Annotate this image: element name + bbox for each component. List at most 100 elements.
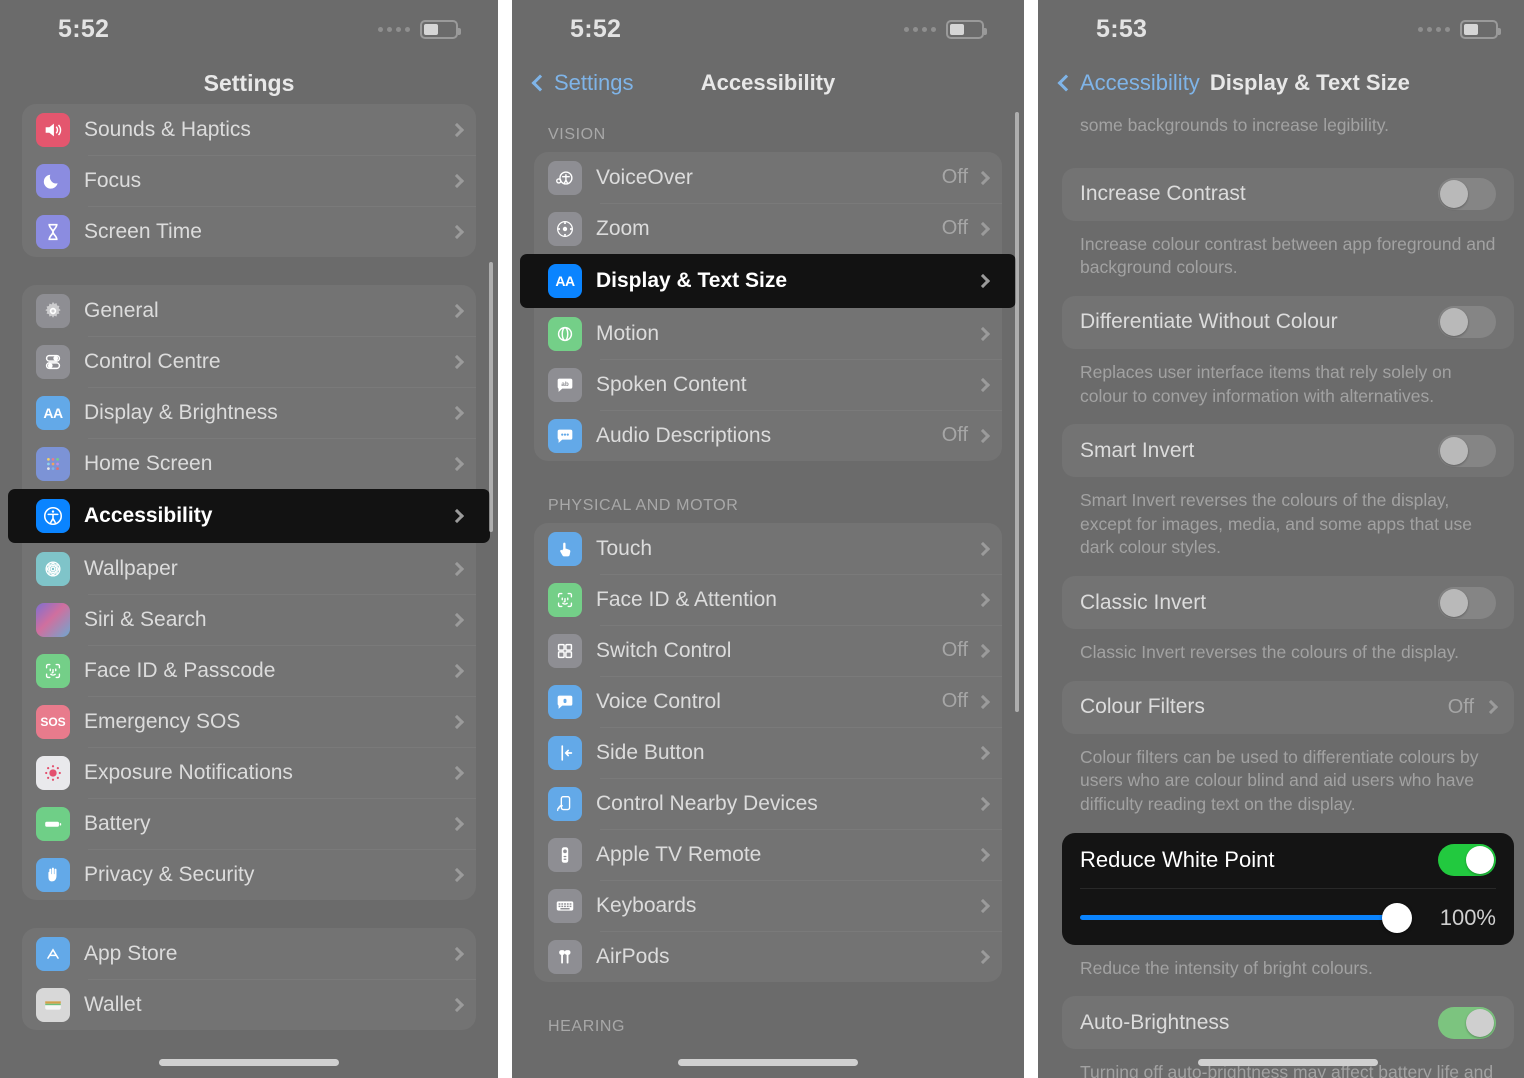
slider-knob[interactable] — [1382, 903, 1412, 933]
white-point-slider[interactable] — [1080, 906, 1406, 930]
flower-icon — [36, 552, 70, 586]
setting-row-colour-filters[interactable]: Colour Filters Off — [1062, 681, 1514, 734]
toggle-classic-invert[interactable] — [1438, 587, 1496, 619]
scrollbar-settings[interactable] — [489, 262, 493, 532]
row-label: Switch Control — [596, 639, 942, 663]
sidebar-item-general[interactable]: General — [22, 285, 476, 336]
section-header-vision: VISION — [534, 108, 1002, 152]
status-right-group — [378, 20, 458, 39]
back-button-label: Accessibility — [1080, 70, 1200, 96]
list-item-apple-tv-remote[interactable]: Apple TV Remote — [534, 829, 1002, 880]
voiceover-icon — [548, 161, 582, 195]
sidebar-item-battery[interactable]: Battery — [22, 798, 476, 849]
page-title: Settings — [0, 70, 498, 97]
row-label: App Store — [84, 942, 452, 966]
setting-label: Auto-Brightness — [1080, 1011, 1229, 1035]
audio-descriptions-icon — [548, 419, 582, 453]
appstore-icon — [36, 937, 70, 971]
sidebar-item-sounds-haptics[interactable]: Sounds & Haptics — [22, 104, 476, 155]
row-label: Display & Brightness — [84, 401, 452, 425]
settings-group-2: General Control Centre AA Display & Brig… — [22, 285, 476, 900]
sidebar-item-app-store[interactable]: App Store — [22, 928, 476, 979]
sidebar-item-focus[interactable]: Focus — [22, 155, 476, 206]
list-item-side-button[interactable]: Side Button — [534, 727, 1002, 778]
sidebar-item-wallet[interactable]: Wallet — [22, 979, 476, 1030]
reduce-white-point-slider-row: 100% — [1080, 889, 1496, 931]
chevron-right-icon — [450, 946, 464, 960]
nav-bar-settings: Settings — [0, 58, 498, 108]
footnote-smart-invert: Smart Invert reverses the colours of the… — [1062, 483, 1514, 576]
toggle-reduce-white-point[interactable] — [1438, 844, 1496, 876]
aa-icon: AA — [36, 396, 70, 430]
row-label: Face ID & Attention — [596, 588, 978, 612]
sidebar-item-face-id-passcode[interactable]: Face ID & Passcode — [22, 645, 476, 696]
sidebar-item-display-brightness[interactable]: AA Display & Brightness — [22, 387, 476, 438]
accessibility-group-physical: Touch Face ID & Attention Switch Control… — [534, 523, 1002, 982]
back-button[interactable]: Settings — [534, 70, 634, 96]
setting-row-smart-invert[interactable]: Smart Invert — [1062, 424, 1514, 477]
row-label: Emergency SOS — [84, 710, 452, 734]
sidebar-item-home-screen[interactable]: Home Screen — [22, 438, 476, 489]
sidebar-item-control-centre[interactable]: Control Centre — [22, 336, 476, 387]
keyboard-icon — [548, 889, 582, 923]
sidebar-item-exposure-notifications[interactable]: Exposure Notifications — [22, 747, 476, 798]
setting-row-auto-brightness[interactable]: Auto-Brightness — [1062, 996, 1514, 1049]
list-item-keyboards[interactable]: Keyboards — [534, 880, 1002, 931]
list-item-audio-descriptions[interactable]: Audio Descriptions Off — [534, 410, 1002, 461]
toggle-differentiate-without-colour[interactable] — [1438, 306, 1496, 338]
chevron-left-icon — [532, 75, 549, 92]
row-label: Display & Text Size — [596, 269, 978, 293]
chevron-right-icon — [450, 405, 464, 419]
setting-row-differentiate-without-colour[interactable]: Differentiate Without Colour — [1062, 296, 1514, 349]
list-item-control-nearby-devices[interactable]: Control Nearby Devices — [534, 778, 1002, 829]
list-item-motion[interactable]: Motion — [534, 308, 1002, 359]
sidebar-item-emergency-sos[interactable]: SOS Emergency SOS — [22, 696, 476, 747]
settings-list: Sounds & Haptics Focus Screen Time — [0, 104, 498, 1030]
list-item-voice-control[interactable]: Voice Control Off — [534, 676, 1002, 727]
sidebar-item-privacy-security[interactable]: Privacy & Security — [22, 849, 476, 900]
back-button[interactable]: Accessibility — [1060, 70, 1200, 96]
apple-tv-remote-icon — [548, 838, 582, 872]
row-label: VoiceOver — [596, 166, 942, 190]
list-item-switch-control[interactable]: Switch Control Off — [534, 625, 1002, 676]
scrollbar-accessibility[interactable] — [1015, 112, 1019, 712]
sidebar-item-screen-time[interactable]: Screen Time — [22, 206, 476, 257]
side-button-icon — [548, 736, 582, 770]
sidebar-item-accessibility[interactable]: Accessibility — [8, 489, 490, 543]
list-item-zoom[interactable]: Zoom Off — [534, 203, 1002, 254]
chevron-right-icon — [976, 274, 990, 288]
slider-value-label: 100% — [1430, 905, 1496, 931]
signal-dots-icon — [378, 27, 410, 32]
hand-icon — [36, 858, 70, 892]
chevron-right-icon — [450, 561, 464, 575]
footnote-classic-invert: Classic Invert reverses the colours of t… — [1062, 635, 1514, 681]
toggle-auto-brightness[interactable] — [1438, 1007, 1496, 1039]
list-item-display-text-size[interactable]: AA Display & Text Size — [520, 254, 1016, 308]
row-value: Off — [942, 639, 968, 662]
home-indicator — [159, 1059, 339, 1066]
siri-icon — [36, 603, 70, 637]
list-item-airpods[interactable]: AirPods — [534, 931, 1002, 982]
sidebar-item-siri-search[interactable]: Siri & Search — [22, 594, 476, 645]
chevron-right-icon — [976, 428, 990, 442]
setting-card-reduce-white-point[interactable]: Reduce White Point 100% — [1062, 833, 1514, 945]
chevron-right-icon — [450, 765, 464, 779]
row-label: Home Screen — [84, 452, 452, 476]
faceid-icon — [36, 654, 70, 688]
setting-row-increase-contrast[interactable]: Increase Contrast — [1062, 168, 1514, 221]
sidebar-item-wallpaper[interactable]: Wallpaper — [22, 543, 476, 594]
page-title: Display & Text Size — [1210, 70, 1410, 96]
list-item-voiceover[interactable]: VoiceOver Off — [534, 152, 1002, 203]
setting-label: Classic Invert — [1080, 591, 1206, 615]
toggle-smart-invert[interactable] — [1438, 435, 1496, 467]
list-item-touch[interactable]: Touch — [534, 523, 1002, 574]
exposure-icon — [36, 756, 70, 790]
zoom-icon — [548, 212, 582, 246]
setting-label: Differentiate Without Colour — [1080, 310, 1338, 334]
setting-row-classic-invert[interactable]: Classic Invert — [1062, 576, 1514, 629]
list-item-spoken-content[interactable]: ab Spoken Content — [534, 359, 1002, 410]
status-bar: 5:52 — [0, 0, 498, 58]
row-label: AirPods — [596, 945, 978, 969]
toggle-increase-contrast[interactable] — [1438, 178, 1496, 210]
list-item-face-id-attention[interactable]: Face ID & Attention — [534, 574, 1002, 625]
